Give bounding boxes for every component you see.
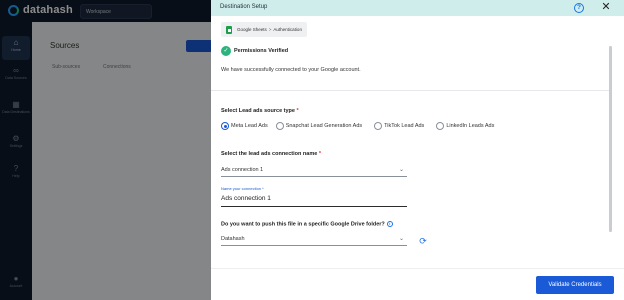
success-message: We have successfully connected to your G… xyxy=(221,67,361,73)
radio-button-checked[interactable] xyxy=(221,122,229,130)
check-circle-icon: ✓ xyxy=(221,46,231,56)
breadcrumb-parent[interactable]: Google Sheets xyxy=(237,27,267,32)
connection-name-label: Name your connection * xyxy=(221,186,264,191)
connection-name-value[interactable]: Ads connection 1 xyxy=(221,195,271,202)
breadcrumb-separator: > xyxy=(268,27,272,32)
lead-type-label: Select Lead ads source type * xyxy=(221,108,299,114)
help-icon[interactable]: ? xyxy=(574,3,584,13)
radio-linkedin-leads-ads[interactable]: LinkedIn Leads Ads xyxy=(436,122,494,130)
radio-tiktok-lead-ads[interactable]: TikTok Lead Ads xyxy=(374,122,424,130)
radio-button[interactable] xyxy=(275,122,284,130)
radio-button[interactable] xyxy=(436,122,445,130)
drawer-header: Destination Setup ? ✕ xyxy=(211,0,624,16)
lead-type-radio-group: Meta Lead Ads Snapchat Lead Generation A… xyxy=(221,122,494,130)
destination-setup-drawer: Destination Setup ? ✕ Google Sheets > Au… xyxy=(211,0,624,300)
google-sheets-icon xyxy=(226,25,232,34)
drive-folder-select[interactable]: Datahash ⌄ xyxy=(221,233,407,246)
scrollbar-thumb[interactable] xyxy=(609,46,612,232)
drawer-content: ✓ Permissions Verified We have successfu… xyxy=(211,40,624,267)
drive-folder-label: Do you want to push this file in a speci… xyxy=(221,221,393,227)
refresh-icon[interactable]: ⟳ xyxy=(418,236,428,246)
close-icon[interactable]: ✕ xyxy=(600,1,612,14)
drawer-title: Destination Setup xyxy=(220,4,268,10)
connection-select[interactable]: Ads connection 1 ⌄ xyxy=(221,164,407,177)
breadcrumb-current: Authentication xyxy=(273,27,302,32)
radio-snapchat-lead-ads[interactable]: Snapchat Lead Generation Ads xyxy=(275,122,362,130)
chevron-down-icon: ⌄ xyxy=(398,236,404,242)
verified-text: Permissions Verified xyxy=(234,48,289,54)
footer-divider xyxy=(211,268,624,269)
radio-meta-lead-ads[interactable]: Meta Lead Ads xyxy=(221,122,268,130)
chevron-down-icon: ⌄ xyxy=(398,167,404,173)
verified-status: ✓ Permissions Verified xyxy=(221,46,288,56)
connection-name-field[interactable]: Name your connection * Ads connection 1 xyxy=(221,183,407,207)
validate-credentials-button[interactable]: Validate Credentials xyxy=(536,276,614,294)
divider xyxy=(211,90,611,91)
connection-select-label: Select the lead ads connection name * xyxy=(221,151,321,157)
radio-button[interactable] xyxy=(374,122,383,130)
breadcrumb: Google Sheets > Authentication xyxy=(221,22,307,37)
info-icon[interactable]: i xyxy=(386,221,393,227)
